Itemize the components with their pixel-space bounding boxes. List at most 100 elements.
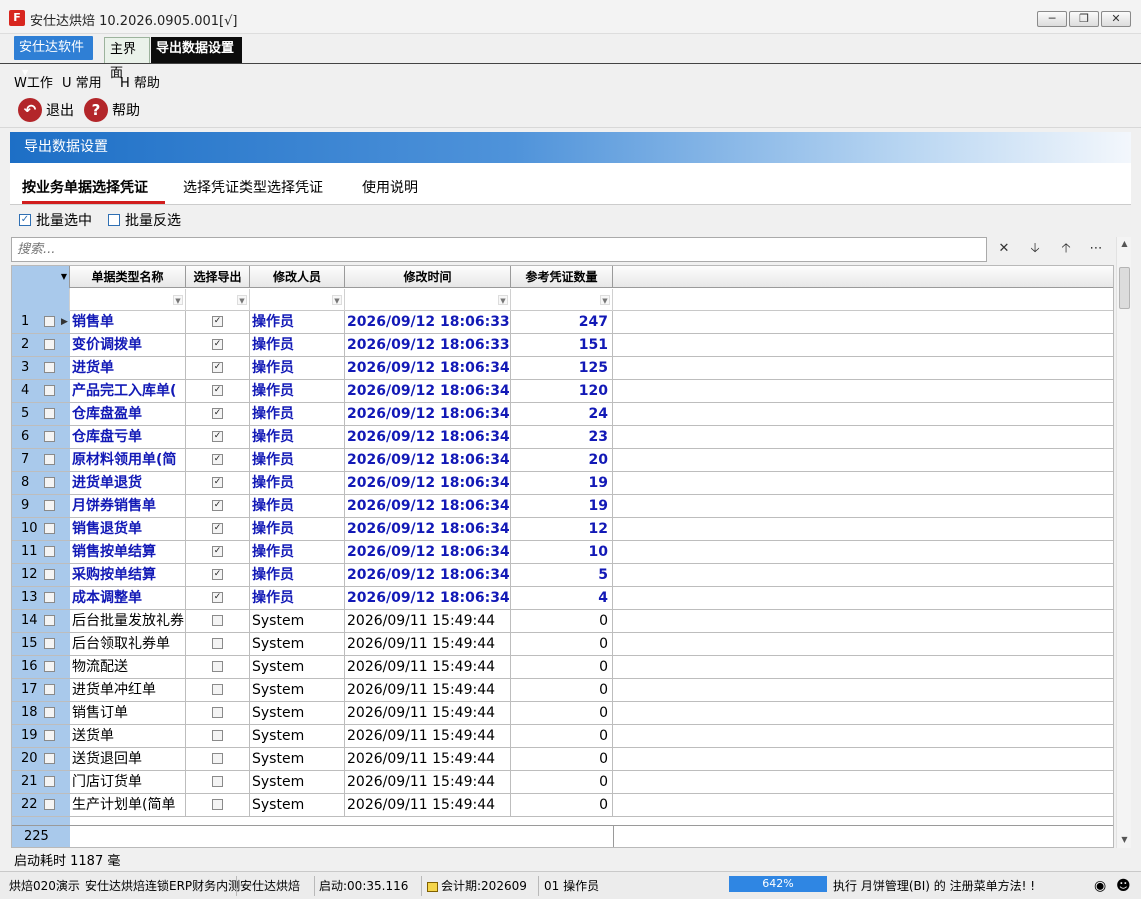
export-checkbox[interactable]: ✓ bbox=[186, 380, 250, 402]
export-checkbox[interactable]: ✓ bbox=[186, 449, 250, 471]
export-checkbox[interactable]: ✓ bbox=[186, 334, 250, 356]
checked-icon[interactable]: ✓ bbox=[212, 568, 223, 580]
row-checkbox[interactable] bbox=[44, 403, 56, 425]
export-checkbox[interactable]: ✓ bbox=[186, 426, 250, 448]
table-row[interactable]: 6 仓库盘亏单 ✓ 操作员 2026/09/12 18:06:34 23 bbox=[12, 426, 1113, 449]
row-checkbox[interactable] bbox=[44, 518, 56, 540]
unchecked-icon[interactable] bbox=[212, 798, 223, 810]
checked-icon[interactable]: ✓ bbox=[212, 430, 223, 442]
checkbox-icon[interactable] bbox=[44, 706, 55, 718]
checked-icon[interactable]: ✓ bbox=[212, 407, 223, 419]
arrow-up-icon[interactable]: 🡡 bbox=[1058, 241, 1074, 257]
brand-menu-button[interactable]: 安仕达软件▼ bbox=[14, 36, 93, 77]
checked-icon[interactable]: ✓ bbox=[212, 384, 223, 396]
arrow-down-icon[interactable]: 🡣 bbox=[1027, 241, 1043, 257]
row-checkbox[interactable] bbox=[44, 380, 56, 402]
header-modified-time[interactable]: 修改时间 bbox=[345, 266, 511, 288]
header-name[interactable]: 单据类型名称 bbox=[70, 266, 186, 288]
row-checkbox[interactable] bbox=[44, 656, 56, 678]
checkbox-icon[interactable] bbox=[44, 752, 55, 764]
checkbox-icon[interactable] bbox=[44, 522, 55, 534]
table-row[interactable]: 17 进货单冲红单 System 2026/09/11 15:49:44 0 bbox=[12, 679, 1113, 702]
menu-common[interactable]: U 常用 bbox=[62, 72, 102, 91]
checkbox-icon[interactable] bbox=[44, 637, 55, 649]
checkbox-icon[interactable] bbox=[44, 568, 55, 580]
table-row[interactable]: 9 月饼券销售单 ✓ 操作员 2026/09/12 18:06:34 19 bbox=[12, 495, 1113, 518]
more-options-icon[interactable]: ⋯ bbox=[1088, 241, 1104, 257]
checked-icon[interactable]: ✓ bbox=[212, 545, 223, 557]
checkbox-icon[interactable] bbox=[44, 453, 55, 465]
row-checkbox[interactable] bbox=[44, 610, 56, 632]
header-select-export[interactable]: 选择导出 bbox=[186, 266, 250, 288]
checkbox-icon[interactable] bbox=[44, 545, 55, 557]
table-row[interactable]: 14 后台批量发放礼券 System 2026/09/11 15:49:44 0 bbox=[12, 610, 1113, 633]
filter-modified-by[interactable]: ▼ bbox=[250, 289, 345, 311]
filter-name[interactable]: ▼ bbox=[70, 289, 186, 311]
close-button[interactable]: ✕ bbox=[1101, 11, 1131, 27]
export-checkbox[interactable] bbox=[186, 679, 250, 701]
row-checkbox[interactable] bbox=[44, 311, 56, 333]
table-row[interactable]: 22 生产计划单(简单 System 2026/09/11 15:49:44 0 bbox=[12, 794, 1113, 817]
filter-dropdown-icon[interactable]: ▼ bbox=[498, 295, 508, 305]
table-row[interactable]: 5 仓库盘盈单 ✓ 操作员 2026/09/12 18:06:34 24 bbox=[12, 403, 1113, 426]
filter-dropdown-icon[interactable]: ▼ bbox=[237, 295, 247, 305]
search-input[interactable] bbox=[12, 238, 986, 261]
unchecked-icon[interactable] bbox=[212, 775, 223, 787]
help-button[interactable]: ? 帮助 bbox=[84, 98, 140, 122]
filter-dropdown-icon[interactable]: ▼ bbox=[173, 295, 183, 305]
clear-search-icon[interactable]: ✕ bbox=[996, 241, 1012, 257]
batch-invert-button[interactable]: 批量反选 bbox=[108, 210, 181, 230]
table-row[interactable]: 4 产品完工入库单(✓ 操作员 2026/09/12 18:06:34 120 bbox=[12, 380, 1113, 403]
table-row[interactable]: 10 销售退货单 ✓ 操作员 2026/09/12 18:06:34 12 bbox=[12, 518, 1113, 541]
checked-icon[interactable]: ✓ bbox=[212, 338, 223, 350]
export-checkbox[interactable]: ✓ bbox=[186, 403, 250, 425]
checkbox-icon[interactable] bbox=[44, 384, 55, 396]
header-modified-by[interactable]: 修改人员 bbox=[250, 266, 345, 288]
export-checkbox[interactable]: ✓ bbox=[186, 587, 250, 609]
table-row[interactable]: 18 销售订单 System 2026/09/11 15:49:44 0 bbox=[12, 702, 1113, 725]
export-checkbox[interactable] bbox=[186, 725, 250, 747]
minimize-button[interactable]: ─ bbox=[1037, 11, 1067, 27]
checked-icon[interactable]: ✓ bbox=[212, 453, 223, 465]
export-checkbox[interactable] bbox=[186, 702, 250, 724]
export-checkbox[interactable]: ✓ bbox=[186, 311, 250, 333]
unchecked-icon[interactable] bbox=[212, 706, 223, 718]
export-checkbox[interactable]: ✓ bbox=[186, 518, 250, 540]
row-checkbox[interactable] bbox=[44, 449, 56, 471]
checkbox-icon[interactable] bbox=[44, 798, 55, 810]
checked-icon[interactable]: ✓ bbox=[212, 361, 223, 373]
unchecked-icon[interactable] bbox=[212, 729, 223, 741]
checkbox-icon[interactable] bbox=[44, 499, 55, 511]
exit-button[interactable]: ↶ 退出 bbox=[18, 98, 74, 122]
scroll-down-icon[interactable]: ▼ bbox=[1119, 835, 1130, 845]
unchecked-icon[interactable] bbox=[212, 660, 223, 672]
row-checkbox[interactable] bbox=[44, 794, 56, 816]
scroll-up-icon[interactable]: ▲ bbox=[1119, 239, 1130, 249]
row-checkbox[interactable] bbox=[44, 564, 56, 586]
checkbox-icon[interactable] bbox=[44, 775, 55, 787]
tab-by-document[interactable]: 按业务单据选择凭证 bbox=[22, 177, 148, 197]
checkbox-icon[interactable] bbox=[44, 614, 55, 626]
checkbox-icon[interactable] bbox=[44, 430, 55, 442]
checkbox-icon[interactable] bbox=[44, 407, 55, 419]
filter-voucher-count[interactable]: ▼ bbox=[511, 289, 613, 311]
export-checkbox[interactable]: ✓ bbox=[186, 541, 250, 563]
table-row[interactable]: 19 送货单 System 2026/09/11 15:49:44 0 bbox=[12, 725, 1113, 748]
row-checkbox[interactable] bbox=[44, 541, 56, 563]
export-checkbox[interactable]: ✓ bbox=[186, 564, 250, 586]
table-row[interactable]: 3 进货单 ✓ 操作员 2026/09/12 18:06:34 125 bbox=[12, 357, 1113, 380]
users-icon[interactable]: ☻ bbox=[1116, 877, 1131, 895]
row-checkbox[interactable] bbox=[44, 334, 56, 356]
table-row[interactable]: 11 销售按单结算 ✓ 操作员 2026/09/12 18:06:34 10 bbox=[12, 541, 1113, 564]
unchecked-icon[interactable] bbox=[212, 637, 223, 649]
qq-icon[interactable]: ◉ bbox=[1094, 877, 1106, 895]
row-checkbox[interactable] bbox=[44, 771, 56, 793]
export-checkbox[interactable] bbox=[186, 656, 250, 678]
row-checkbox[interactable] bbox=[44, 426, 56, 448]
table-row[interactable]: 15 后台领取礼券单 System 2026/09/11 15:49:44 0 bbox=[12, 633, 1113, 656]
checkbox-icon[interactable] bbox=[44, 660, 55, 672]
row-checkbox[interactable] bbox=[44, 357, 56, 379]
row-checkbox[interactable] bbox=[44, 495, 56, 517]
export-checkbox[interactable]: ✓ bbox=[186, 495, 250, 517]
filter-dropdown-icon[interactable]: ▼ bbox=[600, 295, 610, 305]
